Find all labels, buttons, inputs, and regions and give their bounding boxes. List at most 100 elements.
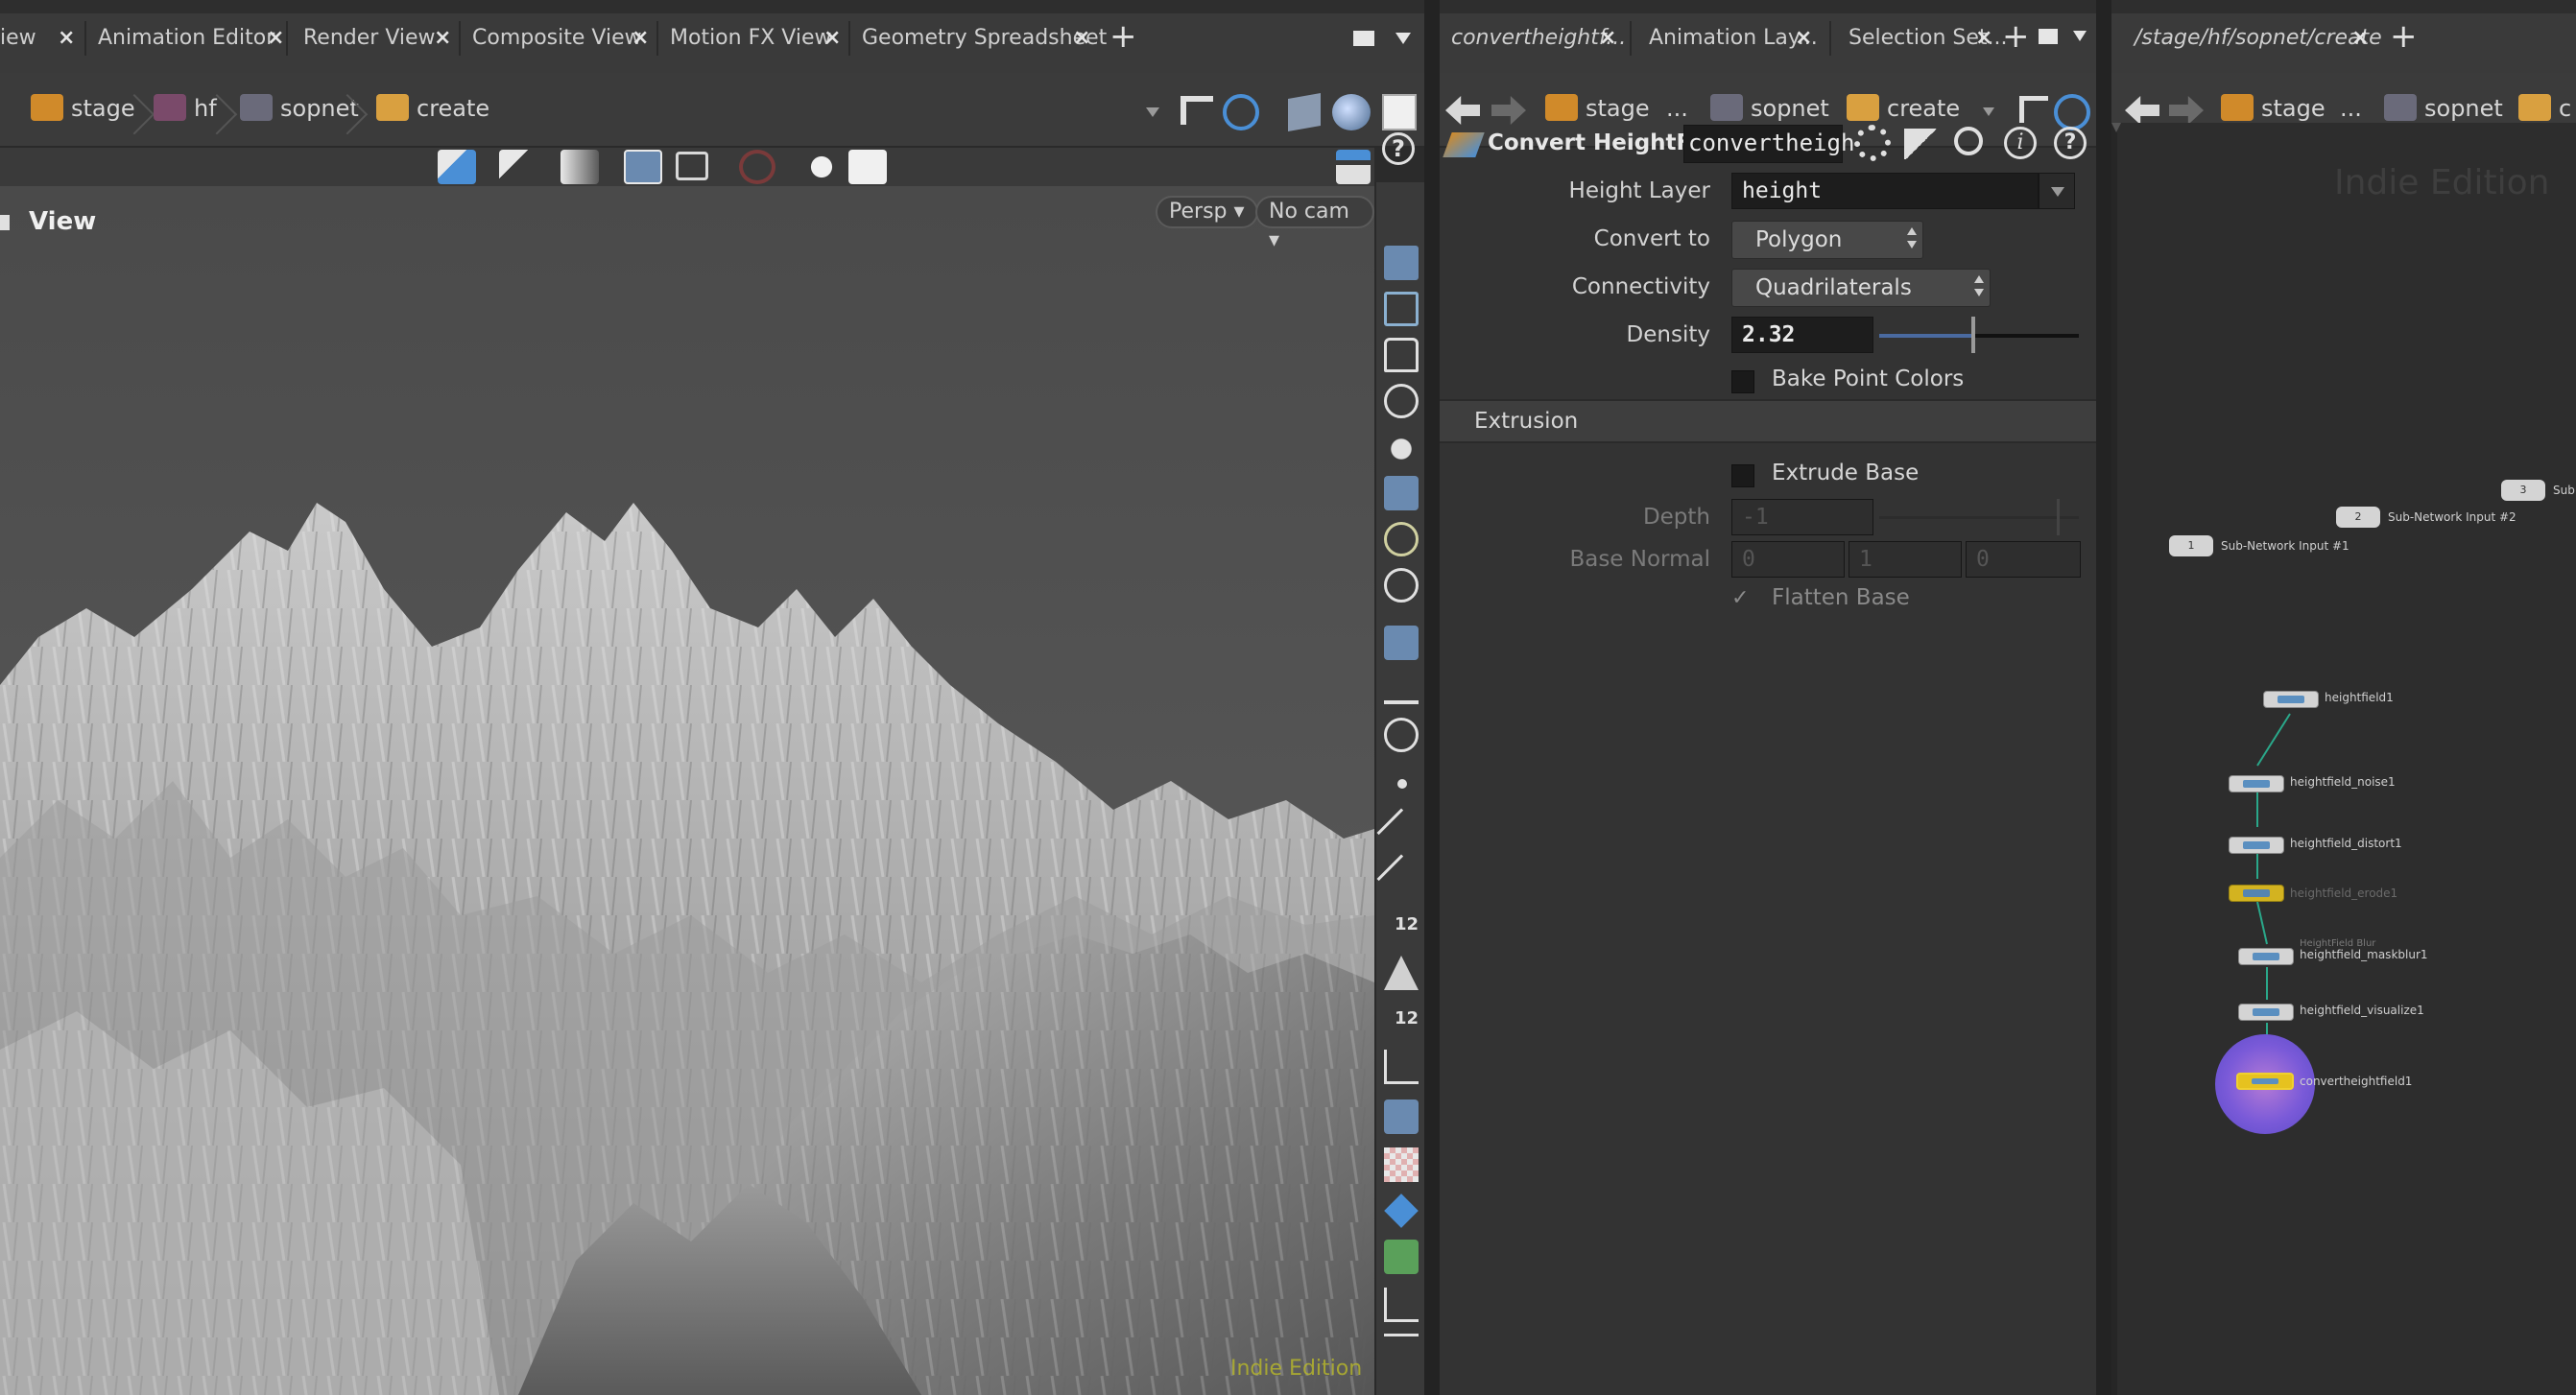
tab-animation-layers[interactable]: Animation Lay... ×: [1637, 19, 1818, 58]
path-create[interactable]: create: [376, 86, 489, 130]
close-icon[interactable]: ×: [1073, 19, 1090, 58]
gear-icon[interactable]: [1854, 125, 1891, 161]
render-sphere-icon[interactable]: [1384, 432, 1419, 466]
snap-icon[interactable]: [1384, 292, 1419, 326]
checker-icon[interactable]: [1384, 1147, 1419, 1182]
tab-geometry-spreadsheet[interactable]: Geometry Spreadsheet ×: [850, 19, 1107, 58]
snapshot-icon[interactable]: [676, 152, 708, 180]
node-convertheightfield1[interactable]: [2236, 1073, 2294, 1090]
camera-menu[interactable]: No cam ▾: [1255, 196, 1374, 252]
close-icon[interactable]: ×: [1975, 19, 1992, 58]
perspective-menu[interactable]: Persp ▾: [1156, 196, 1258, 228]
tab-render-view[interactable]: Render View ×: [292, 19, 451, 58]
density-field[interactable]: 2.32: [1731, 317, 1873, 353]
frame-icon[interactable]: [1384, 1240, 1419, 1274]
light-bulb-icon[interactable]: [1384, 476, 1419, 510]
chevron-down-icon[interactable]: [1395, 33, 1411, 44]
help-icon[interactable]: ?: [1382, 132, 1415, 165]
height-layer-field[interactable]: height: [1731, 173, 2039, 209]
node-name-field[interactable]: convertheigh: [1683, 125, 1854, 163]
template-icon[interactable]: [1384, 1099, 1419, 1134]
node-heightfield-distort1[interactable]: [2229, 837, 2284, 854]
node-heightfield-erode1[interactable]: [2229, 885, 2284, 902]
pane-layout-icon[interactable]: [2039, 29, 2058, 44]
ruler-icon[interactable]: [1384, 1334, 1419, 1368]
prim-numbers-icon[interactable]: 12: [1384, 1002, 1419, 1036]
tab-motion-fx-view[interactable]: Motion FX View ×: [658, 19, 841, 58]
slider-handle[interactable]: [1971, 317, 1975, 353]
bake-point-colors-checkbox[interactable]: [1731, 370, 1754, 393]
close-icon[interactable]: ×: [2351, 19, 2369, 58]
info-icon[interactable]: i: [2004, 127, 2037, 159]
close-icon[interactable]: ×: [434, 19, 451, 58]
density-slider[interactable]: [1879, 317, 2079, 353]
network-canvas[interactable]: Indie Edition 1 Sub-Network Input #1 2 S…: [2111, 123, 2576, 1395]
back-arrow-icon[interactable]: [2125, 96, 2159, 125]
pane-layout-icon[interactable]: [1353, 31, 1374, 46]
toggle-grid-icon[interactable]: [1384, 246, 1419, 280]
display-options-icon[interactable]: [1336, 150, 1371, 184]
node-heightfield-noise1[interactable]: [2229, 775, 2284, 792]
height-layer-dropdown[interactable]: [2039, 173, 2075, 209]
close-circle-icon[interactable]: [1384, 384, 1419, 418]
pane-divider[interactable]: [1424, 0, 1440, 1395]
3d-viewport[interactable]: View Persp ▾ No cam ▾ Indie Edition: [0, 186, 1374, 1395]
point-numbers-icon[interactable]: 12: [1384, 908, 1419, 942]
tab-animation-editor[interactable]: Animation Editor ×: [86, 19, 284, 58]
add-tab-icon[interactable]: +: [1109, 17, 1137, 56]
background-icon[interactable]: [1382, 94, 1417, 130]
tab-selection-sets[interactable]: Selection Set... ×: [1837, 19, 2007, 58]
close-icon[interactable]: ×: [58, 19, 75, 58]
add-tab-icon[interactable]: +: [2390, 17, 2418, 56]
forward-arrow-icon[interactable]: [2169, 96, 2204, 125]
handle-tool-icon[interactable]: [561, 150, 599, 184]
camera-tool-icon[interactable]: [624, 150, 662, 184]
close-icon[interactable]: ×: [1795, 19, 1812, 58]
prim-normal-icon[interactable]: [1376, 854, 1424, 904]
visibility-icon[interactable]: [1384, 670, 1419, 704]
lights-icon[interactable]: [802, 150, 841, 184]
ghost-icon[interactable]: [1384, 718, 1419, 752]
link-icon[interactable]: [1223, 94, 1259, 130]
help-icon[interactable]: ?: [2054, 127, 2087, 159]
close-icon[interactable]: ×: [1599, 19, 1616, 58]
close-icon[interactable]: ×: [823, 19, 841, 58]
shading-icon[interactable]: [1332, 94, 1371, 130]
pin-icon[interactable]: [2019, 96, 2048, 123]
tab-composite-view[interactable]: Composite View ×: [461, 19, 649, 58]
add-tab-icon[interactable]: +: [2002, 17, 2030, 56]
stop-icon[interactable]: [739, 150, 775, 184]
brush-icon[interactable]: [1904, 129, 1939, 159]
headlight-icon[interactable]: [1384, 568, 1419, 603]
close-icon[interactable]: ×: [267, 19, 284, 58]
search-icon[interactable]: [1954, 127, 1983, 155]
tab-parameters[interactable]: convertheightf... ×: [1440, 19, 1626, 58]
connectivity-menu[interactable]: Quadrilaterals: [1731, 269, 1991, 307]
chevron-down-icon[interactable]: [2073, 31, 2087, 41]
shading-mode-icon[interactable]: [1384, 626, 1419, 660]
select-tool-icon[interactable]: [499, 150, 537, 184]
light-bulb-dim-icon[interactable]: [1384, 522, 1419, 556]
view-tool-icon[interactable]: [438, 150, 476, 184]
chevron-down-icon[interactable]: [1146, 107, 1159, 117]
settings-icon[interactable]: [848, 150, 887, 184]
point-display-icon[interactable]: [1397, 779, 1407, 789]
uv-icon[interactable]: [1384, 1050, 1419, 1084]
extrusion-folder[interactable]: Extrusion: [1440, 399, 2096, 443]
node-heightfield1[interactable]: [2263, 691, 2319, 708]
node-heightfield-visualize1[interactable]: [2238, 1004, 2294, 1021]
node-heightfield-maskblur1[interactable]: [2238, 948, 2294, 965]
extrude-base-checkbox[interactable]: [1731, 464, 1754, 487]
pin-icon[interactable]: [1181, 96, 1213, 125]
normal-display-icon[interactable]: [1376, 808, 1424, 858]
close-icon[interactable]: ×: [632, 19, 649, 58]
pane-divider[interactable]: [2096, 0, 2111, 1395]
axis-icon[interactable]: [1384, 1288, 1419, 1322]
chevron-down-icon[interactable]: [1983, 107, 1994, 116]
lock-icon[interactable]: [1384, 338, 1419, 372]
diamond-icon[interactable]: [1384, 1194, 1419, 1228]
tab-scene-view[interactable]: iew ×: [0, 19, 75, 58]
prim-display-icon[interactable]: [1384, 956, 1419, 990]
cube-icon[interactable]: [1288, 93, 1321, 131]
tab-network-editor[interactable]: /stage/hf/sopnet/create ×: [2123, 19, 2382, 58]
